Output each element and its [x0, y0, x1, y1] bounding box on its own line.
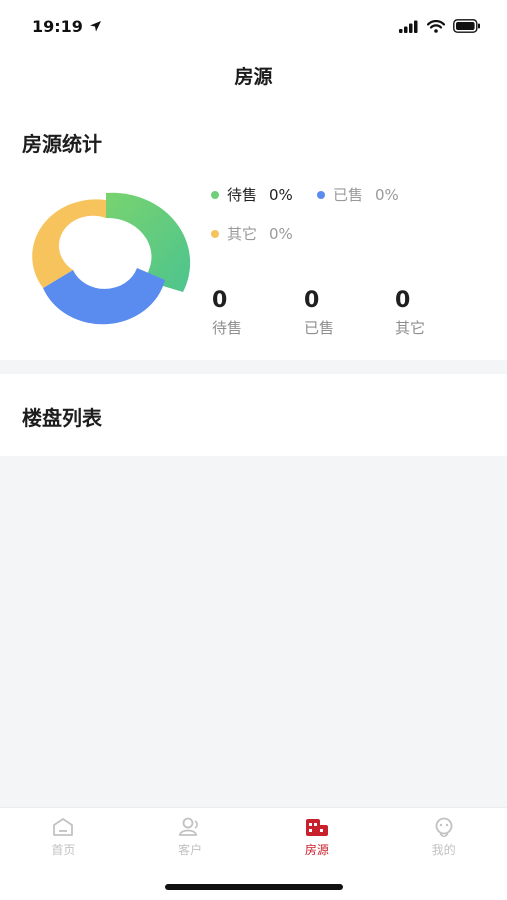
legend-item-pending: 待售 0%	[211, 184, 293, 205]
customer-icon	[179, 817, 198, 836]
home-indicator	[165, 884, 343, 890]
donut-chart	[32, 192, 191, 325]
count-other: 0 其它	[395, 288, 425, 338]
status-time: 19:19	[32, 16, 83, 36]
tab-customer-label: 客户	[178, 843, 203, 857]
tab-mine[interactable]: 我的	[399, 817, 489, 858]
count-sold-value: 0	[304, 288, 320, 313]
location-arrow-icon	[89, 20, 101, 31]
status-bar: 19:19	[0, 0, 507, 52]
count-sold: 0 已售	[304, 288, 334, 338]
signal-icon	[399, 20, 418, 33]
profile-icon	[435, 817, 453, 837]
tab-home-label: 首页	[51, 843, 76, 857]
count-sold-label: 已售	[304, 319, 335, 337]
tab-property[interactable]: 房源	[272, 817, 362, 858]
tab-property-label: 房源	[304, 843, 329, 857]
count-other-label: 其它	[395, 319, 426, 337]
legend-dot-yellow	[211, 229, 219, 238]
tab-customer[interactable]: 客户	[145, 817, 235, 858]
home-icon	[53, 818, 74, 836]
stats-section-title: 房源统计	[22, 132, 102, 156]
battery-icon	[453, 19, 480, 33]
legend-dot-green	[211, 190, 219, 199]
legend-item-other: 其它 0%	[211, 223, 293, 244]
tab-home[interactable]: 首页	[18, 817, 108, 858]
tab-bar: 首页 客户 房源 我的	[0, 807, 507, 867]
list-section-title: 楼盘列表	[22, 406, 102, 430]
count-pending-value: 0	[212, 288, 228, 313]
legend-dot-blue	[317, 190, 325, 199]
section-divider	[0, 360, 507, 374]
count-other-value: 0	[395, 288, 411, 313]
wifi-icon	[427, 19, 445, 33]
tab-mine-label: 我的	[431, 843, 456, 857]
count-pending-label: 待售	[212, 319, 243, 337]
count-pending: 0 待售	[212, 288, 242, 338]
page-title: 房源	[234, 66, 273, 88]
legend-item-sold: 已售 0%	[317, 184, 399, 205]
property-list	[0, 456, 507, 807]
building-icon	[305, 819, 328, 836]
